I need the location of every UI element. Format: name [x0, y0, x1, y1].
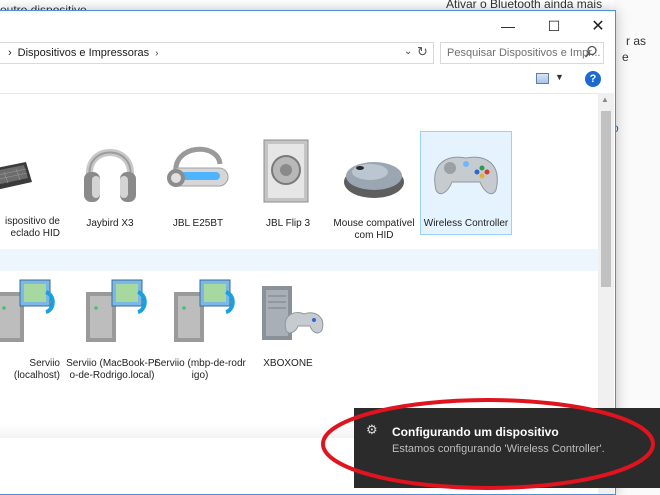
- device-label: Serviio (localhost): [13, 358, 60, 381]
- notification-toast[interactable]: ⚙ Configurando um dispositivo Estamos co…: [354, 408, 660, 488]
- background-text-side-a: r as: [626, 34, 647, 48]
- close-button[interactable]: ✕: [575, 11, 615, 41]
- headphones-icon: [84, 149, 136, 202]
- chevron-down-icon[interactable]: ⌄: [404, 46, 412, 57]
- scroll-up-icon[interactable]: ▲: [601, 95, 609, 104]
- title-bar[interactable]: — ☐ ✕: [0, 11, 615, 41]
- search-placeholder: Pesquisar Dispositivos e Impr...: [447, 47, 601, 59]
- breadcrumb-separator[interactable]: ›: [155, 48, 158, 59]
- device-jaybird-x3[interactable]: Jaybird X3: [64, 134, 156, 230]
- device-label: JBL Flip 3: [265, 218, 311, 229]
- device-serviio-macbook[interactable]: Serviio (MacBook-Pro-de-Rodrigo.local): [66, 274, 158, 382]
- media-server-icon: [0, 279, 55, 342]
- bluetooth-headset-icon: [167, 146, 229, 187]
- address-row: › Dispositivos e Impressoras › ⌄ ↻ Pesqu…: [0, 42, 615, 66]
- device-label: JBL E25BT: [172, 218, 224, 229]
- device-label: Serviio (MacBook-Pro-de-Rodrigo.local): [66, 358, 158, 381]
- device-label: Mouse compatível com HID: [333, 218, 415, 241]
- device-label: Wireless Controller: [423, 218, 509, 229]
- toast-body: Estamos configurando 'Wireless Controlle…: [392, 443, 605, 455]
- scrollbar-thumb[interactable]: [601, 111, 611, 287]
- device-label: ispositivo de eclado HID: [4, 216, 60, 239]
- device-keyboard[interactable]: ispositivo de eclado HID: [0, 132, 62, 240]
- refresh-icon[interactable]: ↻: [417, 44, 428, 60]
- breadcrumb-start-separator[interactable]: ›: [0, 47, 12, 59]
- console-icon: [262, 286, 324, 340]
- media-server-icon: [86, 279, 147, 342]
- address-bar[interactable]: › Dispositivos e Impressoras › ⌄ ↻: [0, 42, 434, 64]
- speaker-icon: [263, 139, 309, 203]
- change-view-icon[interactable]: [536, 73, 549, 84]
- mouse-icon: [344, 162, 404, 198]
- gear-icon: ⚙: [366, 422, 378, 437]
- toolbar: ▼ ?: [0, 69, 615, 93]
- group-divider: [0, 249, 598, 271]
- device-jbl-e25bt[interactable]: JBL E25BT: [152, 134, 244, 230]
- maximize-button[interactable]: ☐: [531, 11, 577, 41]
- minimize-button[interactable]: —: [485, 11, 531, 41]
- media-server-icon: [174, 279, 235, 342]
- help-icon[interactable]: ?: [585, 71, 601, 87]
- search-icon[interactable]: [584, 45, 598, 59]
- device-jbl-flip-3[interactable]: JBL Flip 3: [242, 134, 334, 230]
- device-label: Jaybird X3: [86, 218, 134, 229]
- background-text-side-b: e: [622, 50, 629, 64]
- gamepad-icon: [434, 156, 498, 195]
- view-dropdown-caret-icon[interactable]: ▼: [555, 72, 564, 82]
- search-input[interactable]: Pesquisar Dispositivos e Impr...: [440, 42, 604, 64]
- device-serviio-localhost[interactable]: Serviio (localhost): [0, 274, 66, 382]
- device-serviio-mbp[interactable]: Serviio (mbp-de-rodrigo): [154, 274, 246, 382]
- device-mouse-hid[interactable]: Mouse compatível com HID: [328, 134, 420, 242]
- keyboard-icon: [0, 162, 32, 190]
- device-wireless-controller[interactable]: Wireless Controller: [420, 131, 512, 235]
- toast-title: Configurando um dispositivo: [392, 425, 559, 439]
- device-label: Serviio (mbp-de-rodrigo): [154, 358, 246, 381]
- breadcrumb-devices-printers[interactable]: Dispositivos e Impressoras: [12, 47, 149, 59]
- device-label: XBOXONE: [263, 358, 313, 369]
- device-xboxone[interactable]: XBOXONE: [242, 274, 334, 370]
